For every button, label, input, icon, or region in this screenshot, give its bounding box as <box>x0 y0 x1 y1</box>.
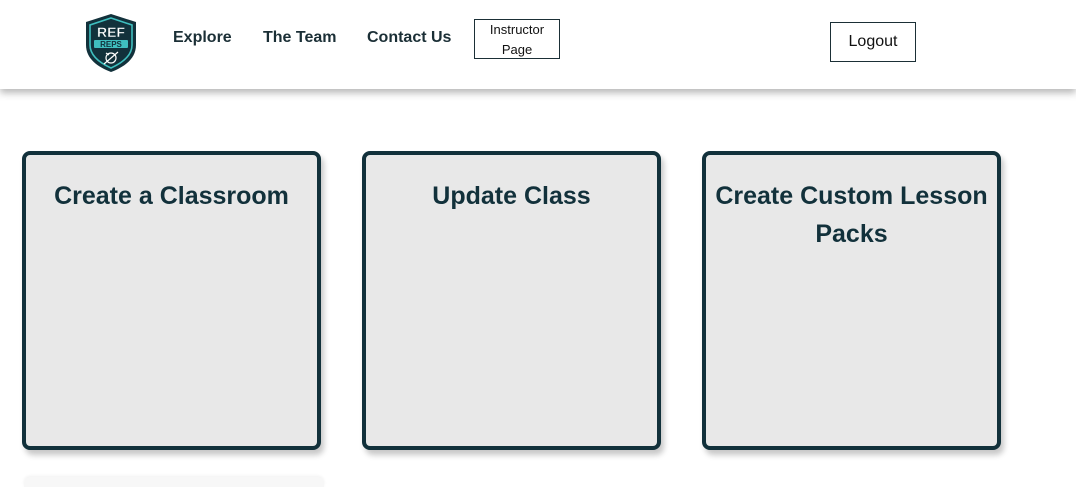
ref-reps-logo[interactable]: REF REPS <box>84 13 138 73</box>
card-partial-below <box>24 477 324 487</box>
logout-button[interactable]: Logout <box>830 22 916 62</box>
create-classroom-card[interactable]: Create a Classroom <box>22 151 321 450</box>
nav-explore-link[interactable]: Explore <box>173 29 232 47</box>
nav-team-link[interactable]: The Team <box>263 29 337 47</box>
card-title: Create Custom Lesson Packs <box>715 182 988 248</box>
card-title: Update Class <box>432 182 591 210</box>
card-title: Create a Classroom <box>54 182 289 210</box>
logo-text-top: REF <box>97 24 125 40</box>
logo-text-bottom: REPS <box>100 40 122 49</box>
create-lesson-packs-card[interactable]: Create Custom Lesson Packs <box>702 151 1001 450</box>
top-navbar: REF REPS Explore The Team Contact Us Ins… <box>0 0 1076 89</box>
instructor-label-line2: Page <box>501 42 533 57</box>
instructor-page-button[interactable]: Instructor Page <box>474 19 560 59</box>
instructor-label-line1: Instructor <box>489 22 545 37</box>
update-class-card[interactable]: Update Class <box>362 151 661 450</box>
nav-contact-link[interactable]: Contact Us <box>367 29 451 47</box>
